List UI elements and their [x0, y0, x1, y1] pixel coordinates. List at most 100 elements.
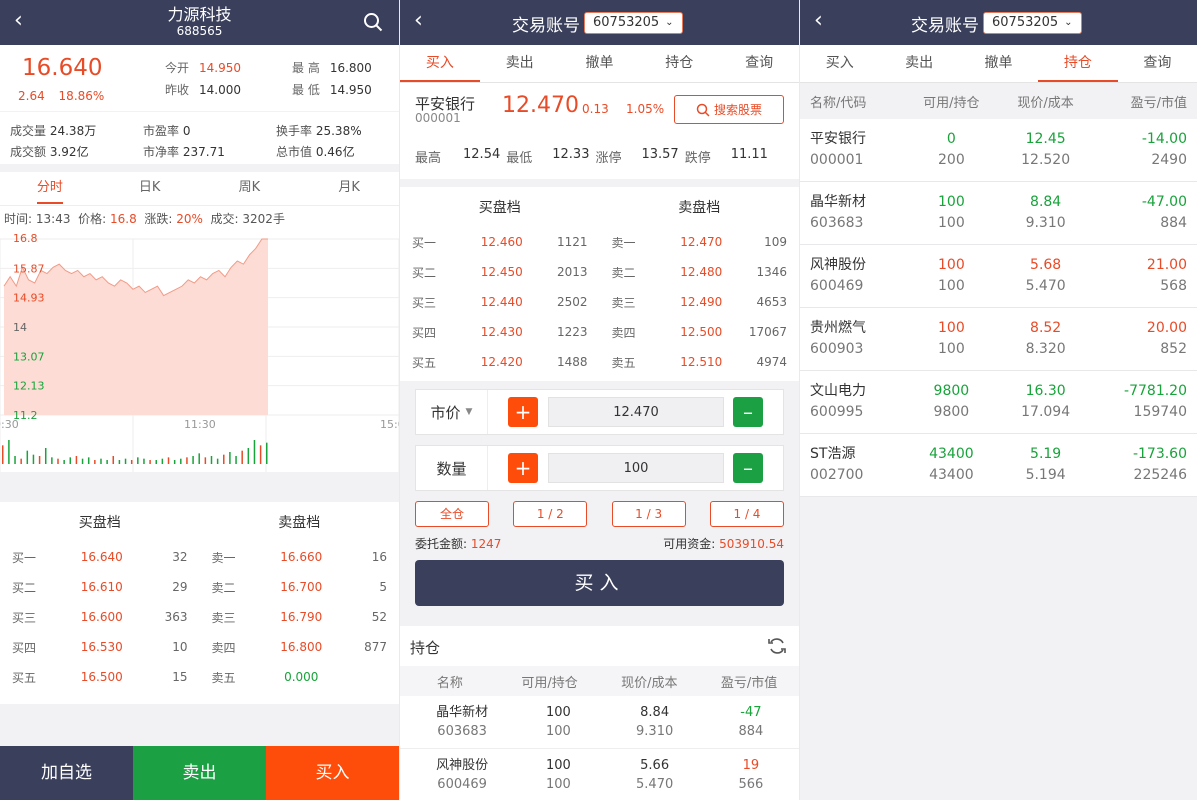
tab-positions[interactable]: 持仓: [639, 45, 719, 82]
position-cell: 20.00 852: [1093, 318, 1187, 360]
tab-query[interactable]: 查询: [1118, 45, 1197, 82]
third-position-button[interactable]: 1 / 3: [611, 501, 686, 527]
bid-level[interactable]: 买五 12.420 1488: [400, 354, 600, 371]
bid-level[interactable]: 买四 16.530 10: [0, 639, 200, 656]
position-cell: 风神股份 600469: [810, 255, 904, 297]
price-increase-button[interactable]: +: [508, 397, 538, 427]
order-amount-label: 委托金额:: [415, 537, 468, 551]
tab-buy[interactable]: 买入: [400, 45, 480, 82]
search-icon[interactable]: [363, 12, 383, 32]
search-stock-button[interactable]: 搜索股票: [674, 95, 784, 124]
bid-volume: 1121: [556, 235, 588, 249]
holdings-title: 持仓: [410, 639, 441, 657]
account-dropdown[interactable]: 60753205 ⌄: [983, 12, 1082, 34]
tab-sell[interactable]: 卖出: [480, 45, 560, 82]
price-type-select[interactable]: 市价 ▼: [416, 390, 488, 434]
ask-level[interactable]: 卖一 12.470 109: [600, 234, 800, 251]
volume-bar: [2, 445, 4, 464]
volume-field: 成交量 24.38万: [10, 122, 96, 139]
quantity-increase-button[interactable]: +: [508, 453, 538, 483]
quantity-decrease-button[interactable]: –: [733, 453, 763, 483]
account-selector: 交易账号 60753205 ⌄: [512, 11, 683, 36]
high-label: 最高: [415, 151, 442, 166]
position-row[interactable]: ST浩源 002700 43400 43400 5.19 5.194 -173.60 2252…: [800, 434, 1197, 497]
position-row[interactable]: 风神股份 600469 100 100 5.68 5.470 21.00 568: [800, 245, 1197, 308]
back-icon[interactable]: ‹: [414, 9, 423, 33]
vol-label: 成交:: [210, 212, 239, 226]
back-icon[interactable]: ‹: [814, 9, 823, 33]
bid-label: 买五: [12, 670, 37, 685]
change-pct: 18.86%: [58, 89, 105, 103]
market-cap-field: 总市值 0.46亿: [276, 143, 355, 160]
tab-positions[interactable]: 持仓: [1038, 45, 1118, 82]
position-row[interactable]: 平安银行 000001 0 200 12.45 12.520 -14.00 2490: [800, 119, 1197, 182]
price-input[interactable]: 12.470: [548, 397, 724, 427]
bid-level[interactable]: 买五 16.500 15: [0, 669, 200, 686]
ask-level[interactable]: 卖二 16.700 5: [200, 579, 400, 596]
ask-level[interactable]: 卖三 12.490 4653: [600, 294, 800, 311]
bid-level[interactable]: 买一 16.640 32: [0, 549, 200, 566]
ask-level[interactable]: 卖二 12.480 1346: [600, 264, 800, 281]
bid-level[interactable]: 买二 16.610 29: [0, 579, 200, 596]
position-cell: 9800 9800: [904, 381, 998, 423]
market-cap-label: 总市值: [276, 145, 313, 159]
tab-sell[interactable]: 卖出: [879, 45, 958, 82]
ask-level[interactable]: 卖一 16.660 16: [200, 549, 400, 566]
refresh-icon[interactable]: [767, 636, 787, 656]
ask-price: 12.480: [680, 265, 723, 279]
holding-mv: 566: [738, 777, 764, 792]
full-position-button[interactable]: 全仓: [415, 501, 489, 527]
position-cell: 贵州燃气 600903: [810, 318, 904, 360]
price-decrease-button[interactable]: –: [733, 397, 763, 427]
sell-button[interactable]: 卖出: [133, 746, 266, 800]
ask-level[interactable]: 卖四 16.800 877: [200, 639, 400, 656]
account-dropdown[interactable]: 60753205 ⌄: [584, 12, 683, 34]
ask-level[interactable]: 卖四 12.500 17067: [600, 324, 800, 341]
bid-level[interactable]: 买二 12.450 2013: [400, 264, 600, 281]
ask-level[interactable]: 卖五 0.000: [200, 669, 400, 686]
half-position-button[interactable]: 1 / 2: [513, 501, 588, 527]
position-code: 002700: [810, 467, 864, 483]
quarter-position-button[interactable]: 1 / 4: [709, 501, 784, 527]
quantity-input[interactable]: 100: [548, 453, 724, 483]
add-watchlist-button[interactable]: 加自选: [0, 746, 133, 800]
tab-query[interactable]: 查询: [719, 45, 799, 82]
tab-monthly-k[interactable]: 月K: [299, 172, 399, 205]
tab-cancel[interactable]: 撤单: [959, 45, 1038, 82]
tab-cancel[interactable]: 撤单: [560, 45, 640, 82]
holding-row[interactable]: 风神股份 600469 100 100 5.66 5.470 19 566: [400, 749, 799, 800]
bid-volume: 363: [164, 610, 188, 624]
tab-weekly-k[interactable]: 周K: [200, 172, 300, 205]
header: ‹ 交易账号 60753205 ⌄: [800, 0, 1197, 45]
position-row[interactable]: 晶华新材 603683 100 100 8.84 9.310 -47.00 884: [800, 182, 1197, 245]
bid-level[interactable]: 买一 12.460 1121: [400, 234, 600, 251]
buy-button[interactable]: 买入: [266, 746, 399, 800]
bid-level[interactable]: 买三 12.440 2502: [400, 294, 600, 311]
buy-book-title: 买盘档: [478, 200, 521, 216]
ask-label: 卖三: [611, 295, 636, 310]
ask-level[interactable]: 卖五 12.510 4974: [600, 354, 800, 371]
submit-buy-button[interactable]: 买入: [415, 560, 784, 606]
position-avail: 0: [946, 131, 956, 147]
position-name: 文山电力: [810, 383, 866, 399]
position-row[interactable]: 文山电力 600995 9800 9800 16.30 17.094 -7781.20 159…: [800, 371, 1197, 434]
holding-price-cell: 5.66 5.470: [607, 756, 703, 794]
intraday-chart[interactable]: 16.815.8714.931413.0712.1311.29:3011:301…: [0, 232, 399, 472]
volume-bar: [38, 456, 41, 464]
holding-qty-cell: 100 100: [510, 756, 606, 794]
tab-daily-k[interactable]: 日K: [100, 172, 200, 205]
tab-intraday[interactable]: 分时: [0, 172, 100, 205]
holding-row[interactable]: 晶华新材 603683 100 100 8.84 9.310 -47 884: [400, 696, 799, 749]
bid-price: 12.420: [480, 355, 523, 369]
bid-level[interactable]: 买四 12.430 1223: [400, 324, 600, 341]
holding-price: 8.84: [640, 705, 670, 720]
volume-bar: [223, 454, 225, 464]
position-cost: 12.520: [1021, 152, 1071, 168]
tab-buy[interactable]: 买入: [800, 45, 879, 82]
high-value: 12.54: [463, 147, 501, 162]
order-book: 买盘档 卖盘档 买一 12.460 1121 卖一 12.470 109 买二 12.450 20…: [400, 187, 799, 381]
bid-volume: 10: [172, 640, 188, 654]
bid-level[interactable]: 买三 16.600 363: [0, 609, 200, 626]
ask-level[interactable]: 卖三 16.790 52: [200, 609, 400, 626]
position-row[interactable]: 贵州燃气 600903 100 100 8.52 8.320 20.00 852: [800, 308, 1197, 371]
